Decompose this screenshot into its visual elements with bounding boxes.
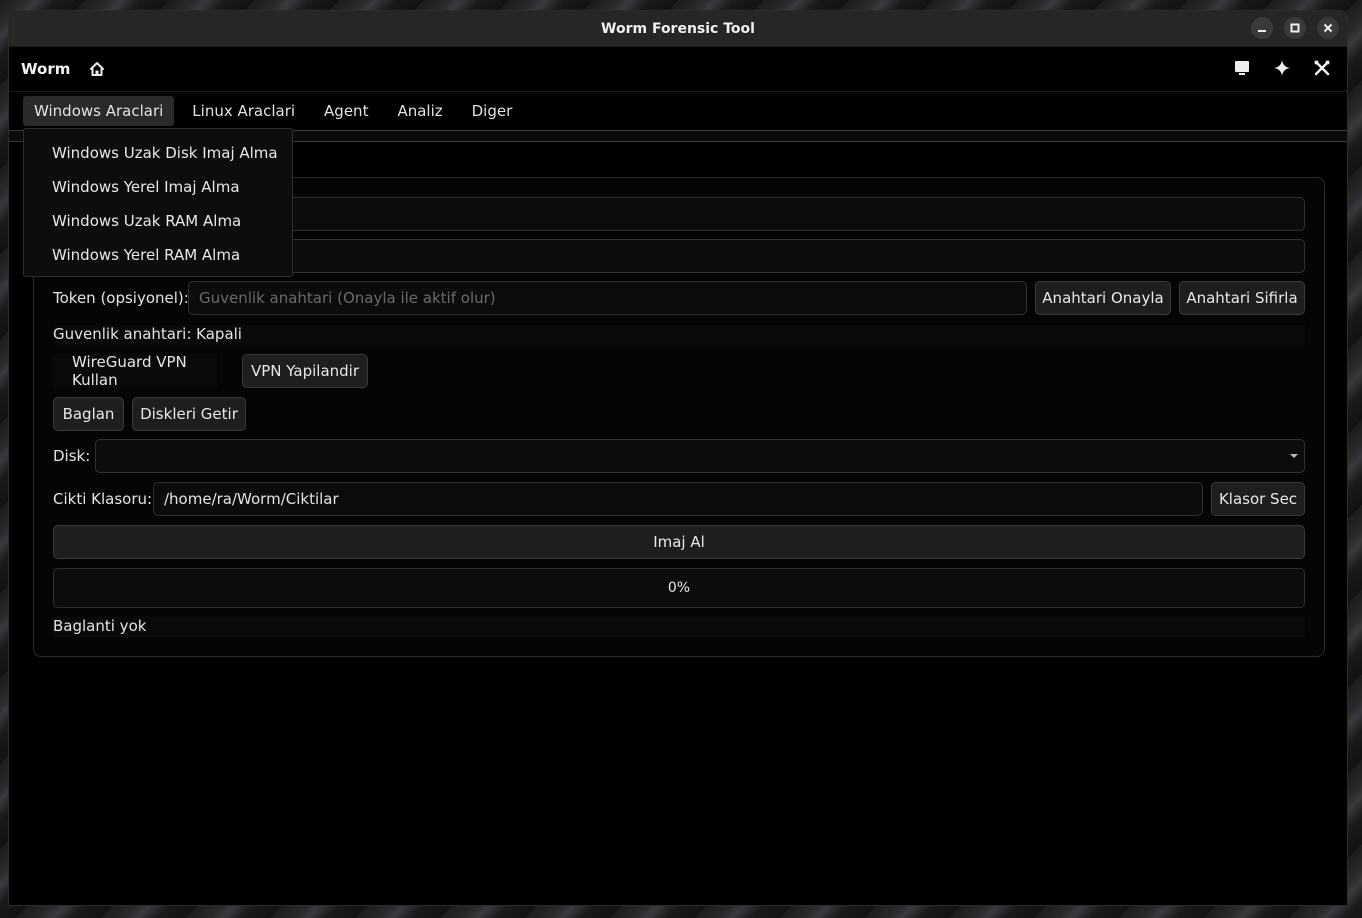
appbar-actions bbox=[1233, 59, 1331, 77]
minimize-icon[interactable] bbox=[1251, 17, 1273, 39]
output-folder-input[interactable]: /home/ra/Worm/Ciktilar bbox=[153, 482, 1203, 516]
wireguard-checkbox[interactable]: WireGuard VPN Kullan bbox=[53, 353, 217, 389]
disk-label: Disk: bbox=[53, 447, 91, 465]
windows-tools-dropdown: Windows Uzak Disk Imaj Alma Windows Yere… bbox=[23, 128, 293, 277]
connect-button[interactable]: Baglan bbox=[53, 397, 124, 431]
confirm-key-button[interactable]: Anahtari Onayla bbox=[1035, 281, 1171, 315]
window-controls bbox=[1251, 17, 1339, 39]
token-input[interactable]: Guvenlik anahtari (Onayla ile aktif olur… bbox=[188, 281, 1027, 315]
token-label: Token (opsiyonel): bbox=[53, 289, 189, 307]
disk-select[interactable] bbox=[95, 439, 1305, 473]
menu-analiz[interactable]: Analiz bbox=[386, 96, 453, 126]
app-name: Worm bbox=[21, 60, 71, 78]
vpn-configure-button[interactable]: VPN Yapilandir bbox=[242, 354, 368, 388]
output-folder-label: Cikti Klasoru: bbox=[53, 490, 153, 508]
close-icon[interactable] bbox=[1317, 17, 1339, 39]
connection-status-bar bbox=[53, 617, 1305, 637]
maximize-icon[interactable] bbox=[1284, 17, 1306, 39]
choose-folder-button[interactable]: Klasor Sec bbox=[1211, 482, 1305, 516]
title-bar[interactable]: Worm Forensic Tool bbox=[9, 11, 1347, 47]
menu-agent[interactable]: Agent bbox=[313, 96, 379, 126]
menu-bar: Windows Araclari Linux Araclari Agent An… bbox=[9, 92, 1347, 130]
menu-windows-araclari[interactable]: Windows Araclari bbox=[23, 96, 175, 126]
dropdown-item-yerel-ram[interactable]: Windows Yerel RAM Alma bbox=[24, 238, 292, 272]
dropdown-item-uzak-ram[interactable]: Windows Uzak RAM Alma bbox=[24, 204, 292, 238]
progress-bar: 0% bbox=[53, 568, 1305, 608]
connection-status: Baglanti yok bbox=[53, 617, 147, 635]
app-window: Worm Forensic Tool Worm Windows Araclari… bbox=[8, 10, 1348, 906]
dropdown-item-uzak-disk-imaj[interactable]: Windows Uzak Disk Imaj Alma bbox=[24, 136, 292, 170]
wireguard-label: WireGuard VPN Kullan bbox=[72, 353, 187, 389]
tools-icon[interactable] bbox=[1313, 59, 1331, 77]
menu-linux-araclari[interactable]: Linux Araclari bbox=[181, 96, 306, 126]
window-title: Worm Forensic Tool bbox=[601, 20, 755, 37]
reset-key-button[interactable]: Anahtari Sifirla bbox=[1179, 281, 1305, 315]
menu-diger[interactable]: Diger bbox=[461, 96, 524, 126]
app-bar: Worm bbox=[9, 47, 1347, 92]
home-icon[interactable] bbox=[88, 60, 106, 78]
progress-label: 0% bbox=[667, 580, 691, 596]
fetch-disks-button[interactable]: Diskleri Getir bbox=[132, 397, 246, 431]
monitor-icon[interactable] bbox=[1233, 59, 1251, 77]
chevron-down-icon bbox=[1290, 454, 1298, 458]
sparkle-icon[interactable] bbox=[1273, 59, 1291, 77]
dropdown-item-yerel-imaj[interactable]: Windows Yerel Imaj Alma bbox=[24, 170, 292, 204]
take-image-button[interactable]: Imaj Al bbox=[53, 525, 1305, 559]
security-status: Guvenlik anahtari: Kapali bbox=[53, 325, 242, 343]
